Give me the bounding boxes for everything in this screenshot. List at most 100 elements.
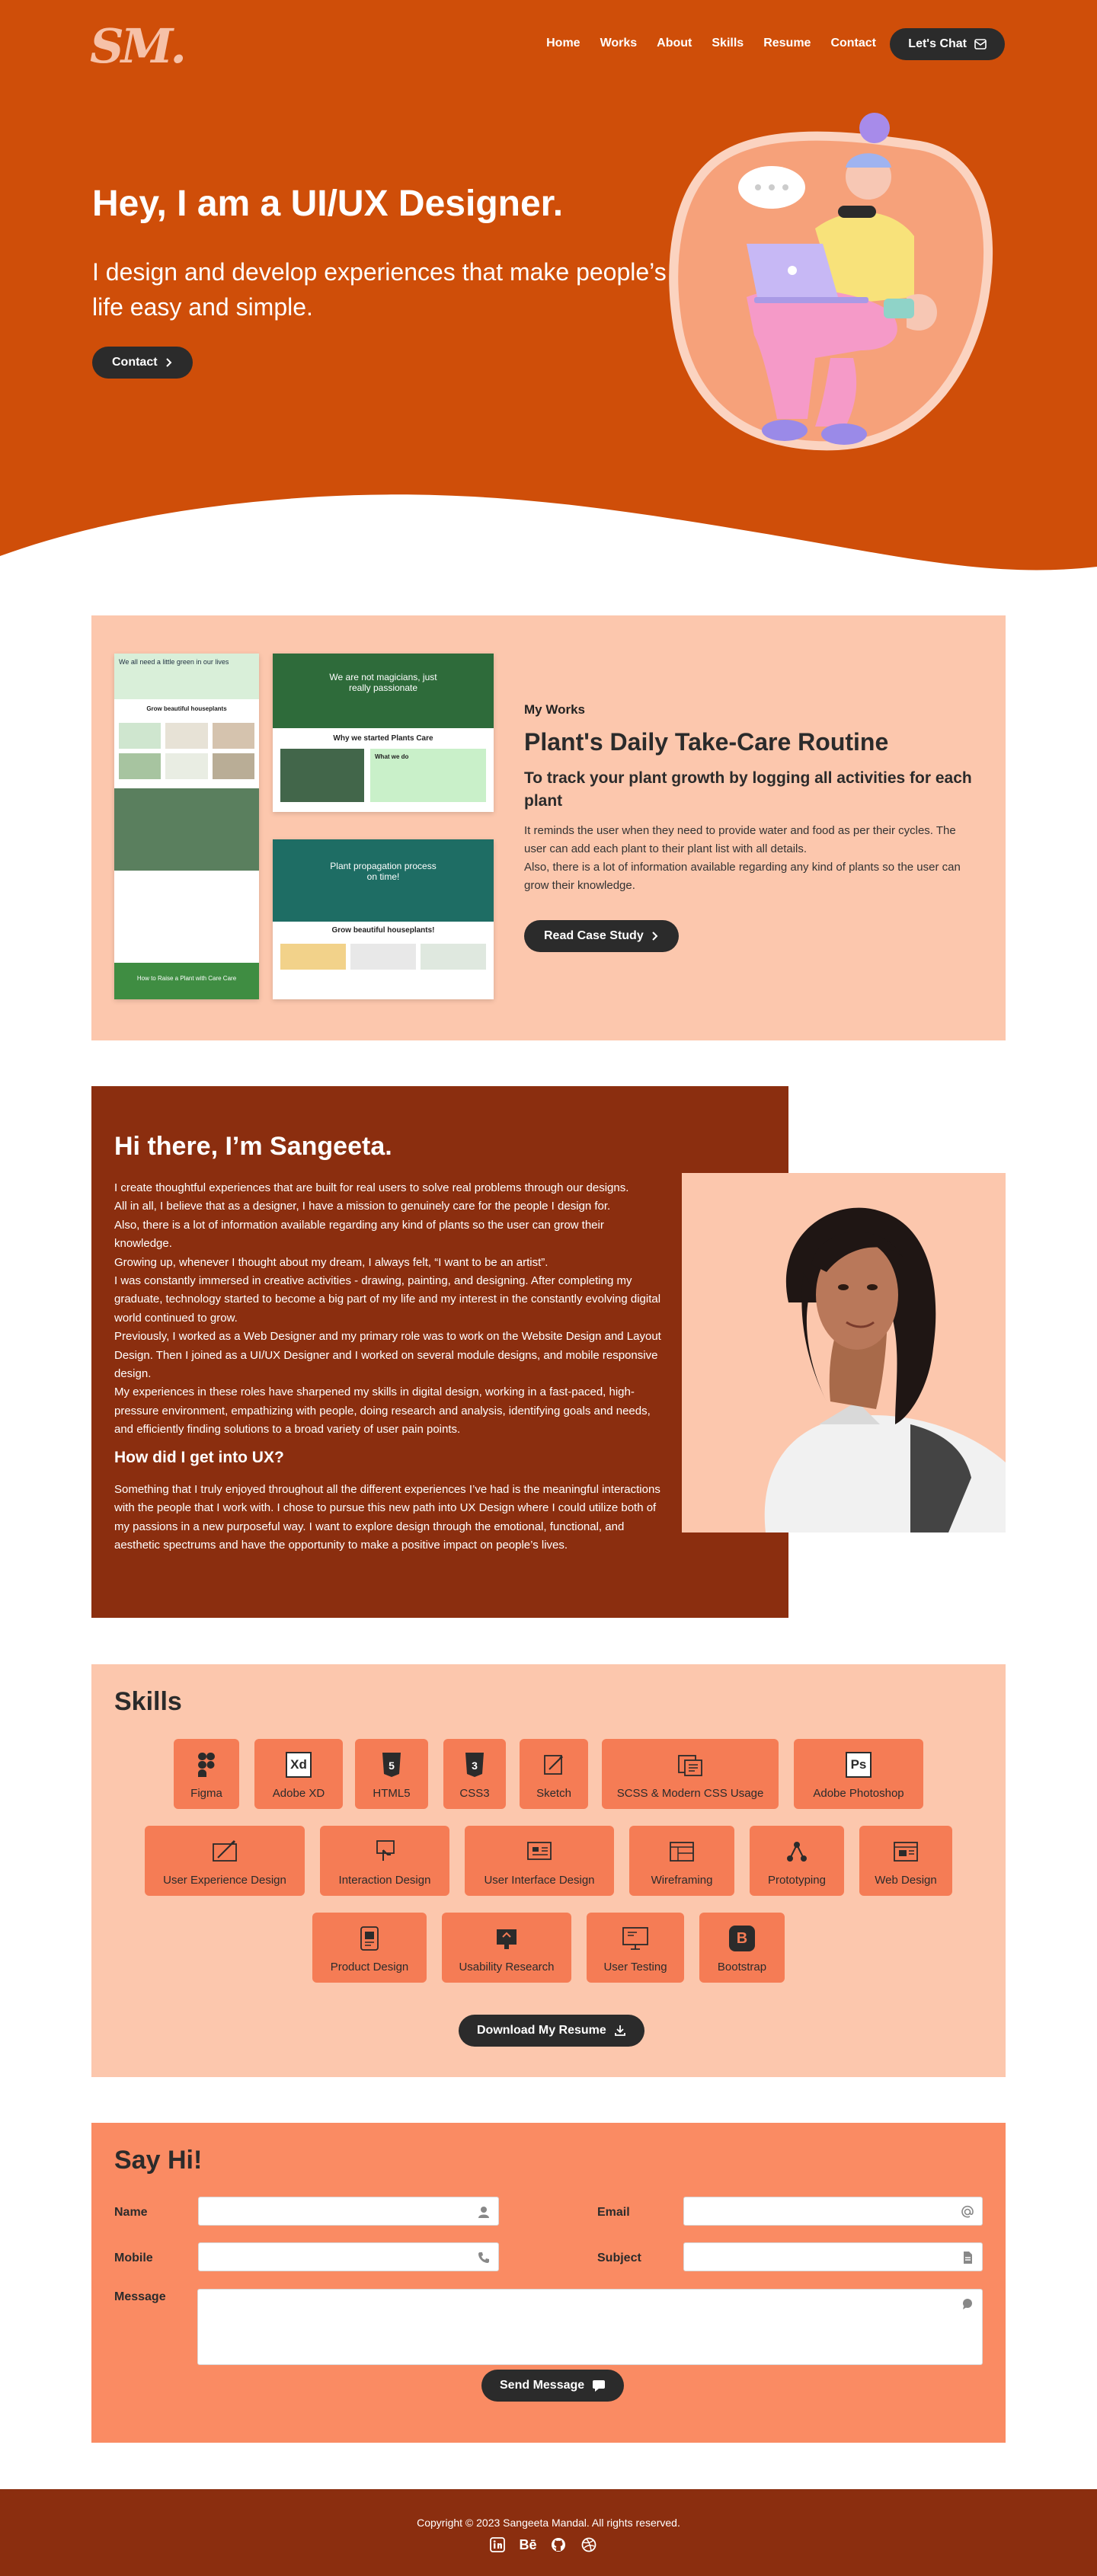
about-title: Hi there, I’m Sangeeta. bbox=[114, 1132, 392, 1161]
copyright-text: Copyright © 2023 Sangeeta Mandal. All ri… bbox=[417, 2517, 680, 2529]
subject-label: Subject bbox=[597, 2252, 641, 2264]
mockup-2-hero: We are not magicians, just really passio… bbox=[273, 654, 494, 728]
about-line: Previously, I worked as a Web Designer a… bbox=[114, 1330, 661, 1381]
mockup-1-footer: How to Raise a Plant with Care Care bbox=[114, 963, 259, 999]
hero-contact-label: Contact bbox=[112, 356, 158, 369]
chevron-right-icon bbox=[165, 358, 171, 367]
message-icon bbox=[593, 2380, 606, 2392]
contact-section: Say Hi! Name Email Mobile Subject Messag… bbox=[91, 2123, 1006, 2443]
hero-contact-button[interactable]: Contact bbox=[92, 347, 193, 379]
mail-icon bbox=[974, 39, 987, 50]
skills-section: Skills Figma Xd Adobe XD 5 HTML5 3 CSS3 … bbox=[91, 1664, 1006, 2077]
skill-chip-interaction-design: Interaction Design bbox=[320, 1826, 449, 1896]
nav-link-about[interactable]: About bbox=[657, 37, 692, 50]
page: SM. Home Works About Skills Resume Conta… bbox=[0, 0, 1097, 2576]
download-resume-label: Download My Resume bbox=[477, 2024, 606, 2037]
hero-subtitle: I design and develop experiences that ma… bbox=[92, 258, 667, 321]
case-study-mockup-3[interactable]: Plant propagation process on time! Grow … bbox=[273, 839, 494, 999]
skill-label: HTML5 bbox=[373, 1787, 411, 1800]
download-resume-button[interactable]: Download My Resume bbox=[459, 2015, 644, 2047]
research-icon bbox=[492, 1924, 521, 1953]
github-icon[interactable] bbox=[550, 2536, 567, 2553]
message-field[interactable] bbox=[198, 2290, 982, 2364]
footer: Copyright © 2023 Sangeeta Mandal. All ri… bbox=[0, 2489, 1097, 2576]
about-line: All in all, I believe that as a designer… bbox=[114, 1200, 611, 1213]
about-body-2: Something that I truly enjoyed throughou… bbox=[114, 1483, 660, 1552]
skills-title: Skills bbox=[114, 1687, 182, 1716]
subject-field[interactable] bbox=[684, 2243, 982, 2271]
skill-label: Sketch bbox=[536, 1787, 571, 1800]
behance-icon[interactable]: Bē bbox=[520, 2536, 537, 2553]
figma-icon bbox=[192, 1750, 221, 1779]
mockup-1-section-title: Grow beautiful houseplants bbox=[146, 705, 227, 712]
lets-chat-button[interactable]: Let's Chat bbox=[890, 28, 1005, 60]
nav-link-resume[interactable]: Resume bbox=[763, 37, 811, 50]
top-nav: SM. Home Works About Skills Resume Conta… bbox=[0, 18, 1097, 74]
chat-bubble-icon bbox=[963, 2299, 972, 2309]
interaction-icon bbox=[370, 1837, 399, 1866]
web-design-icon bbox=[891, 1837, 920, 1866]
read-case-study-button[interactable]: Read Case Study bbox=[524, 920, 679, 952]
contact-title: Say Hi! bbox=[114, 2146, 203, 2175]
hero-section: SM. Home Works About Skills Resume Conta… bbox=[0, 0, 1097, 579]
works-subtitle: To track your plant growth by logging al… bbox=[524, 769, 972, 810]
skill-chip-wireframing: Wireframing bbox=[629, 1826, 734, 1896]
download-icon bbox=[614, 2025, 625, 2036]
message-label: Message bbox=[114, 2290, 166, 2303]
about-line: I create thoughtful experiences that are… bbox=[114, 1181, 629, 1194]
email-field[interactable] bbox=[684, 2197, 982, 2225]
skill-label: Product Design bbox=[330, 1961, 409, 1974]
skill-chip-bootstrap: B Bootstrap bbox=[699, 1913, 785, 1983]
photoshop-icon: Ps bbox=[844, 1750, 873, 1779]
mobile-field[interactable] bbox=[199, 2243, 498, 2271]
document-icon bbox=[964, 2252, 972, 2264]
about-line: Also, there is a lot of information avai… bbox=[114, 1218, 604, 1251]
skill-label: Adobe Photoshop bbox=[813, 1787, 904, 1800]
works-description-2: Also, there is a lot of information avai… bbox=[524, 861, 961, 892]
ui-design-icon bbox=[525, 1837, 554, 1866]
chevron-right-icon bbox=[652, 932, 658, 941]
skill-chip-scss: SCSS & Modern CSS Usage bbox=[602, 1739, 779, 1809]
name-field[interactable] bbox=[199, 2197, 498, 2225]
skill-label: Usability Research bbox=[459, 1961, 555, 1974]
skill-label: Bootstrap bbox=[717, 1961, 767, 1974]
case-study-mockup-1[interactable]: We all need a little green in our lives … bbox=[114, 654, 259, 999]
skill-chip-ux-design: User Experience Design bbox=[145, 1826, 305, 1896]
works-title: Plant's Daily Take-Care Routine bbox=[524, 728, 889, 756]
case-study-mockup-2[interactable]: We are not magicians, just really passio… bbox=[273, 654, 494, 812]
about-subtitle: How did I get into UX? bbox=[114, 1449, 284, 1466]
send-message-button[interactable]: Send Message bbox=[481, 2370, 625, 2402]
skill-label: User Interface Design bbox=[484, 1874, 595, 1887]
mockup-1-content bbox=[114, 871, 259, 932]
about-line: I was constantly immersed in creative ac… bbox=[114, 1274, 661, 1325]
skill-chip-sketch: Sketch bbox=[520, 1739, 588, 1809]
prototype-icon bbox=[782, 1837, 811, 1866]
adobe-xd-icon: Xd bbox=[284, 1750, 313, 1779]
logo[interactable]: SM. bbox=[90, 18, 187, 74]
works-text: My Works Plant's Daily Take-Care Routine… bbox=[524, 702, 981, 895]
name-label: Name bbox=[114, 2206, 148, 2219]
mockup-1-grid bbox=[114, 718, 259, 784]
mockup-3-hero: Plant propagation process on time! bbox=[273, 839, 494, 922]
html5-icon: 5 bbox=[377, 1750, 406, 1779]
skill-label: SCSS & Modern CSS Usage bbox=[616, 1787, 764, 1800]
skill-chip-html5: 5 HTML5 bbox=[355, 1739, 428, 1809]
message-field-wrapper bbox=[197, 2289, 983, 2365]
wireframe-icon bbox=[667, 1837, 696, 1866]
about-line: Growing up, whenever I thought about my … bbox=[114, 1255, 548, 1269]
skill-chip-ui-design: User Interface Design bbox=[465, 1826, 614, 1896]
skill-label: Web Design bbox=[875, 1874, 937, 1887]
nav-link-skills[interactable]: Skills bbox=[712, 37, 744, 50]
skill-label: CSS3 bbox=[459, 1787, 490, 1800]
skill-chip-css3: 3 CSS3 bbox=[443, 1739, 506, 1809]
nav-link-contact[interactable]: Contact bbox=[830, 37, 876, 50]
skill-chip-prototyping: Prototyping bbox=[750, 1826, 844, 1896]
nav-link-home[interactable]: Home bbox=[546, 37, 580, 50]
designer-illustration bbox=[669, 113, 993, 451]
linkedin-icon[interactable] bbox=[489, 2536, 506, 2553]
name-field-wrapper bbox=[198, 2197, 499, 2226]
nav-link-works[interactable]: Works bbox=[600, 37, 638, 50]
dribbble-icon[interactable] bbox=[580, 2536, 597, 2553]
portrait-illustration bbox=[764, 1207, 1006, 1532]
skill-label: Interaction Design bbox=[338, 1874, 431, 1887]
